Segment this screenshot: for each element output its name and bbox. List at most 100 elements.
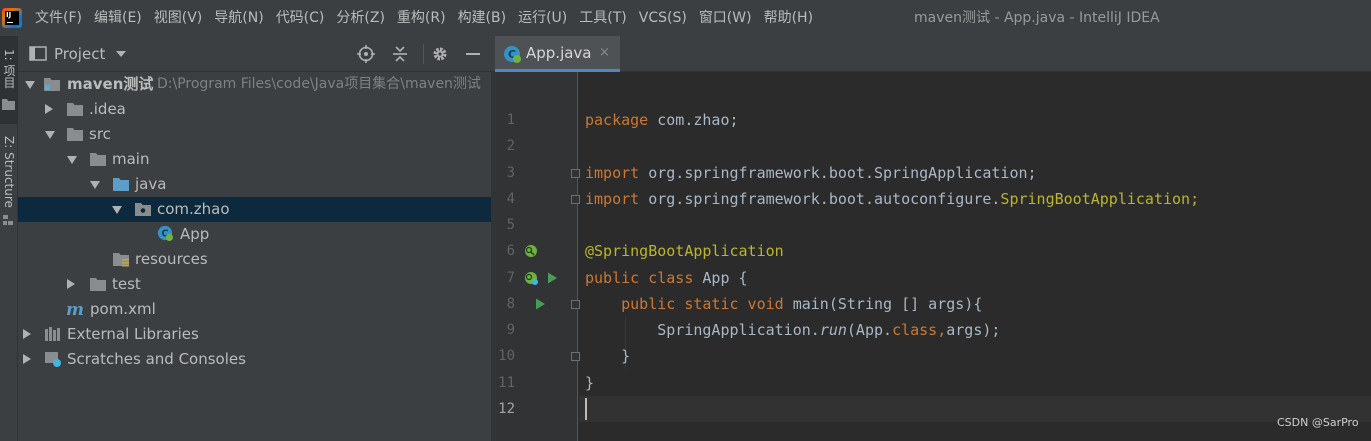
code-line-3: import org.springframework.boot.SpringAp… [585,164,1037,182]
menu-view[interactable]: 视图(V) [148,0,209,36]
watermark: CSDN @SarPro [1277,416,1359,429]
tree-item-external-libraries[interactable]: External Libraries [18,322,491,347]
tab-app-java[interactable]: C App.java × [495,36,620,72]
hide-panel-button[interactable] [463,44,483,64]
line-number: 10 [498,348,515,364]
tree-label: main [112,150,150,168]
close-icon[interactable]: × [599,36,610,69]
expand-arrow-icon[interactable] [90,180,100,190]
project-view-selector[interactable]: Project [54,36,105,72]
expand-arrow-icon[interactable] [23,329,33,339]
menu-window[interactable]: 窗口(W) [693,0,758,36]
code-text-area[interactable]: package com.zhao; import org.springframe… [579,72,1371,441]
menu-help[interactable]: 帮助(H) [758,0,819,36]
spring-class-icon: C [157,225,173,241]
menu-code[interactable]: 代码(C) [270,0,331,36]
tree-item-src[interactable]: src [18,122,491,147]
expand-arrow-icon[interactable] [67,279,77,289]
menu-analyze[interactable]: 分析(Z) [330,0,391,36]
text-caret [585,398,587,420]
line-number: 2 [506,138,515,154]
tree-item-project-root[interactable]: maven测试 D:\Program Files\code\Java项目集合\m… [18,72,491,97]
tree-item-idea[interactable]: .idea [18,97,491,122]
chevron-down-icon[interactable] [116,51,126,57]
line-number: 12 [498,401,515,417]
expand-arrow-icon[interactable] [67,155,77,165]
run-class-icon[interactable] [545,271,559,285]
run-main-icon[interactable] [533,297,547,311]
tree-item-scratches[interactable]: Scratches and Consoles [18,347,491,372]
code-line-10: } [585,347,631,365]
menu-tools[interactable]: 工具(T) [573,0,632,36]
left-tool-strip: 1: 项目 Z: Structure [0,36,18,441]
settings-button[interactable] [430,44,450,64]
expand-arrow-icon[interactable] [25,80,35,90]
tree-label: .idea [89,100,126,118]
expand-arrow-icon[interactable] [45,130,55,140]
tree-label: resources [135,250,208,268]
tree-label: App [180,225,210,243]
line-number: 11 [498,375,515,391]
project-tool-tab[interactable]: 1: 项目 [0,36,18,124]
window-title: maven测试 - App.java - IntelliJ IDEA [914,10,1160,26]
library-icon [45,327,60,341]
line-number: 3 [506,165,515,181]
menu-refactor[interactable]: 重构(R) [391,0,452,36]
code-line-1: package com.zhao; [585,111,739,129]
collapse-all-icon [393,46,407,62]
locate-file-button[interactable] [356,44,376,64]
menu-file[interactable]: 文件(F) [29,0,88,36]
editor-tab-bar: C App.java × [491,36,1371,72]
line-number: 7 [506,270,515,286]
tree-label: src [89,125,111,143]
tree-label: Scratches and Consoles [67,350,246,368]
project-panel: Project maven测试 D:\Program Files\code\Ja… [18,36,491,441]
editor-gutter: 1 2 3 4 5 6 7 8 9 10 11 12 [491,72,580,441]
maven-icon: m [66,301,84,317]
line-number: 4 [506,191,515,207]
menu-edit[interactable]: 编辑(E) [88,0,148,36]
spring-bean-icon[interactable] [524,271,538,285]
intellij-logo-icon: IJ [2,8,22,28]
structure-tool-tab-label: Z: Structure [2,136,16,208]
structure-icon [3,215,13,225]
tree-item-main[interactable]: main [18,147,491,172]
tree-item-java[interactable]: java [18,172,491,197]
spring-class-icon: C [504,46,521,63]
package-icon [135,203,151,216]
module-folder-icon [44,78,60,91]
minimize-icon [466,53,480,55]
folder-icon [2,99,15,110]
menu-vcs[interactable]: VCS(S) [633,0,693,36]
menu-build[interactable]: 构建(B) [452,0,513,36]
line-number: 6 [506,243,515,259]
scratches-icon [45,352,61,367]
tree-item-package[interactable]: com.zhao [18,197,491,222]
tree-item-pom[interactable]: m pom.xml [18,297,491,322]
folder-icon [90,153,106,166]
gear-icon [433,47,447,61]
project-window-icon [29,46,47,61]
resources-folder-icon [113,253,129,267]
line-number: 9 [506,322,515,338]
menu-navigate[interactable]: 导航(N) [208,0,269,36]
tree-item-app[interactable]: C App [18,222,491,247]
code-line-7: public class App { [585,269,748,287]
header-separator [423,44,424,64]
folder-icon [67,103,83,116]
expand-arrow-icon[interactable] [45,104,55,114]
collapse-all-button[interactable] [390,44,410,64]
spring-bean-icon[interactable] [524,244,538,258]
tree-item-test[interactable]: test [18,272,491,297]
project-path: D:\Program Files\code\Java项目集合\maven测试 [157,76,481,92]
expand-arrow-icon[interactable] [23,354,33,364]
current-line-highlight [579,396,1371,422]
tree-label: External Libraries [67,325,199,343]
expand-arrow-icon[interactable] [112,205,122,215]
tree-item-resources[interactable]: resources [18,247,491,272]
code-line-9: SpringApplication.run(App.class,args); [585,321,1001,339]
menu-run[interactable]: 运行(U) [512,0,573,36]
tree-label: com.zhao [157,200,230,218]
code-line-4: import org.springframework.boot.autoconf… [585,190,1200,208]
code-line-6: @SpringBootApplication [585,242,784,260]
